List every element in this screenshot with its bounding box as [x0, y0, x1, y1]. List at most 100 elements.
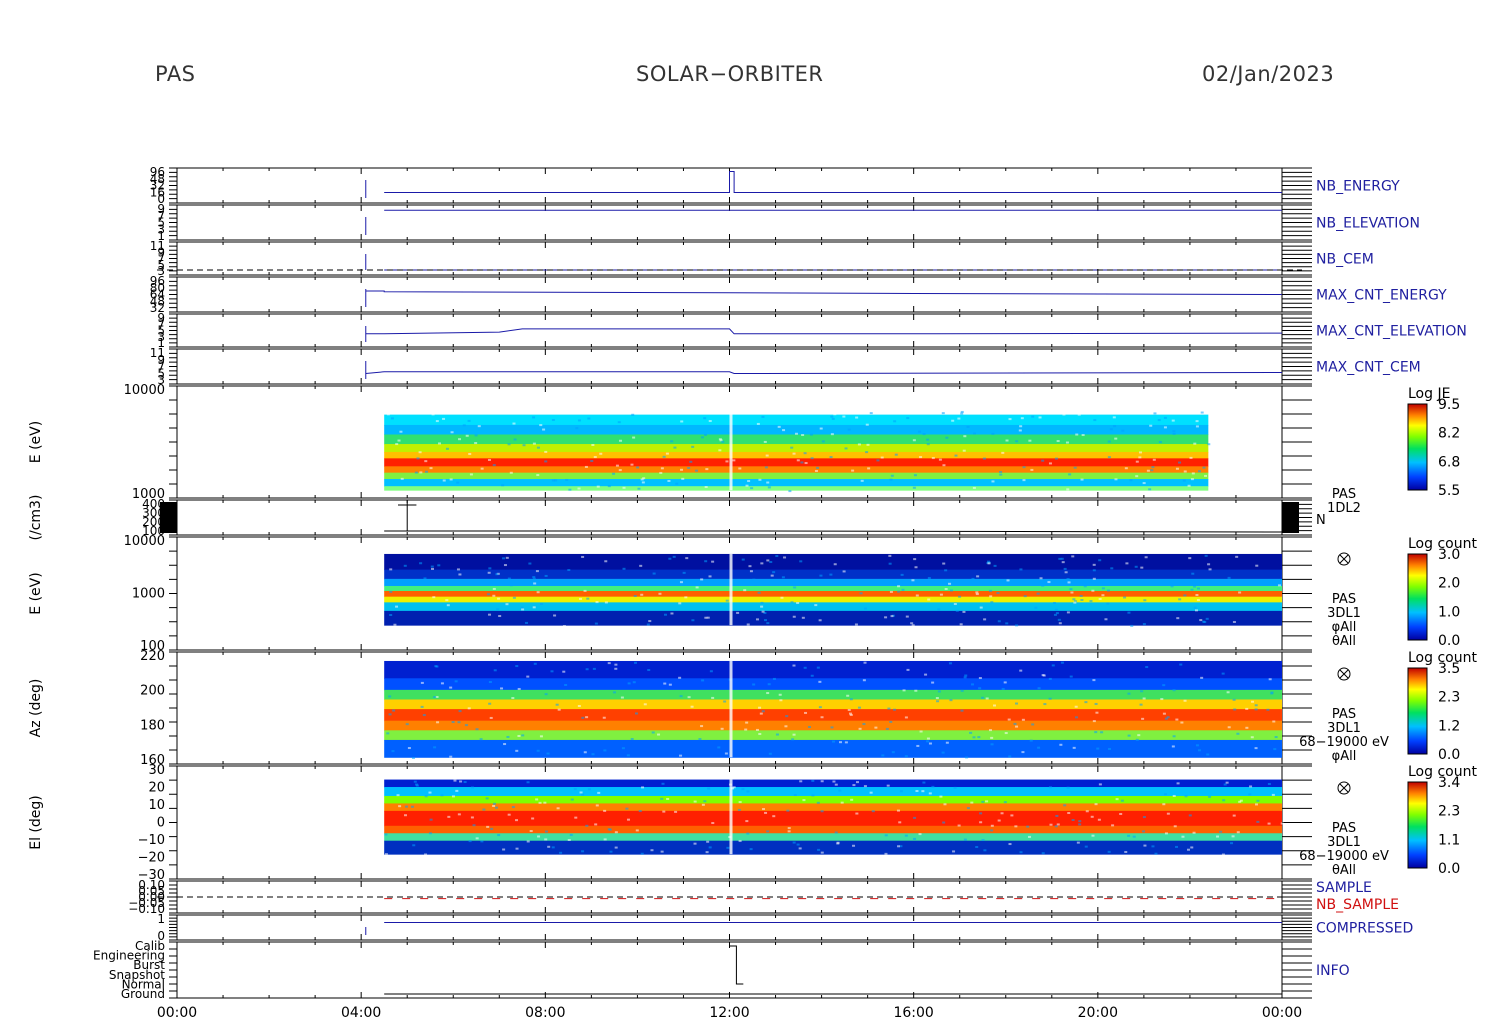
spectrogram-speckle — [532, 442, 536, 445]
spectrogram-speckle — [449, 686, 453, 689]
spectrogram-speckle — [507, 813, 511, 816]
spectrogram-band-counts_energy — [384, 578, 1282, 587]
spectrogram-speckle — [1112, 416, 1116, 419]
spectrogram-speckle — [979, 821, 983, 824]
spectrogram-speckle — [397, 439, 401, 442]
spectrogram-speckle — [775, 555, 779, 558]
spectrogram-speckle — [1254, 708, 1258, 711]
spectrogram-speckle — [458, 438, 462, 441]
spectrogram-speckle — [1245, 726, 1249, 729]
spectrogram-speckle — [612, 691, 616, 694]
colorbar-tick-elevation: 1.1 — [1438, 832, 1460, 848]
spectrogram-speckle — [1063, 804, 1067, 807]
spectrogram-speckle — [1150, 469, 1154, 472]
spectrogram-band-azimuth — [384, 720, 1282, 731]
spectrogram-speckle — [978, 677, 982, 680]
panel-label-nb-sample: NB_SAMPLE — [1316, 897, 1399, 913]
spectrogram-speckle — [1230, 842, 1234, 845]
spectrogram-speckle — [502, 557, 506, 560]
spectrogram-speckle — [544, 450, 548, 453]
spectrogram-speckle — [511, 806, 515, 809]
spectrogram-speckle — [1189, 456, 1193, 459]
x-tick-label: 08:00 — [525, 1005, 565, 1020]
spectrogram-speckle — [622, 567, 626, 570]
spectrogram-speckle — [673, 446, 677, 449]
spectrogram-speckle — [766, 559, 770, 562]
spectrogram-speckle — [526, 781, 530, 784]
spectrogram-speckle — [887, 707, 891, 710]
spectrogram-speckle — [449, 478, 453, 481]
spectrogram-speckle — [487, 593, 491, 596]
side-label-azimuth: PAS — [1332, 707, 1356, 722]
panel-label-compressed: COMPRESSED — [1316, 921, 1413, 937]
spectrogram-speckle — [1005, 622, 1009, 625]
spectrogram-speckle — [652, 572, 656, 575]
spectrogram-speckle — [607, 828, 611, 831]
spectrogram-speckle — [570, 798, 574, 801]
spectrogram-speckle — [1191, 472, 1195, 475]
spectrogram-speckle — [893, 708, 897, 711]
spectrogram-speckle — [960, 689, 964, 692]
spectrogram-speckle — [802, 799, 806, 802]
spectrogram-speckle — [1003, 681, 1007, 684]
spectrogram-speckle — [838, 789, 842, 792]
spectrogram-speckle — [858, 727, 862, 730]
density-outlier-marker — [398, 500, 417, 531]
spectrogram-band-je_spectrogram — [384, 410, 1209, 416]
spectrogram-speckle — [1248, 793, 1252, 796]
spectrogram-speckle — [1231, 835, 1235, 838]
spectrogram-speckle — [800, 461, 804, 464]
spectrogram-speckle — [1129, 479, 1133, 482]
spectrogram-speckle — [1077, 413, 1081, 416]
spectrogram-speckle — [1145, 666, 1149, 669]
spectrogram-speckle — [429, 818, 433, 821]
spectrogram-speckle — [893, 420, 897, 423]
spectrogram-speckle — [550, 670, 554, 673]
spectrogram-speckle — [869, 791, 873, 794]
spectrogram-speckle — [583, 751, 587, 754]
spectrogram-speckle — [1029, 739, 1033, 742]
spectrogram-speckle — [464, 724, 468, 727]
spectrogram-speckle — [1141, 717, 1145, 720]
spectrogram-speckle — [997, 819, 1001, 822]
y-tick-label-azimuth: 220 — [140, 649, 165, 664]
spectrogram-speckle — [1041, 459, 1045, 462]
spectrogram-speckle — [1054, 457, 1058, 460]
spectrogram-speckle — [1021, 751, 1025, 754]
spectrogram-speckle — [509, 471, 513, 474]
spectrogram-speckle — [603, 749, 607, 752]
spectrogram-speckle — [1066, 488, 1070, 491]
spectrogram-speckle — [855, 416, 859, 419]
spectrogram-speckle — [660, 467, 664, 470]
spectrogram-speckle — [515, 665, 519, 668]
spectrogram-gap-je_spectrogram — [729, 410, 733, 491]
spectrogram-speckle — [867, 467, 871, 470]
colorbar-tick-elevation: 2.3 — [1438, 804, 1460, 820]
spectrogram-speckle — [897, 590, 901, 593]
spectrogram-speckle — [792, 841, 796, 844]
spectrogram-speckle — [985, 800, 989, 803]
spectrogram-speckle — [475, 837, 479, 840]
spectrogram-speckle — [744, 728, 748, 731]
spectrogram-speckle — [738, 801, 742, 804]
spectrogram-speckle — [468, 452, 472, 455]
spectrogram-speckle — [577, 487, 581, 490]
spectrogram-speckle — [900, 583, 904, 586]
spectrogram-speckle — [531, 817, 535, 820]
spectrogram-band-je_spectrogram — [384, 414, 1209, 426]
spectrogram-speckle — [1238, 591, 1242, 594]
spectrogram-speckle — [1072, 746, 1076, 749]
spectrogram-speckle — [1098, 783, 1102, 786]
spectrogram-speckle — [816, 466, 820, 469]
spectrogram-speckle — [1123, 596, 1127, 599]
spectrogram-speckle — [1124, 467, 1128, 470]
spectrogram-speckle — [1048, 462, 1052, 465]
spectrogram-speckle — [991, 480, 995, 483]
spectrogram-speckle — [487, 571, 491, 574]
spectrogram-speckle — [1080, 599, 1084, 602]
y-tick-label-azimuth: 180 — [140, 718, 165, 733]
spectrogram-speckle — [970, 683, 974, 686]
spectrogram-speckle — [1190, 588, 1194, 591]
spectrogram-speckle — [820, 716, 824, 719]
spectrogram-speckle — [1072, 598, 1076, 601]
